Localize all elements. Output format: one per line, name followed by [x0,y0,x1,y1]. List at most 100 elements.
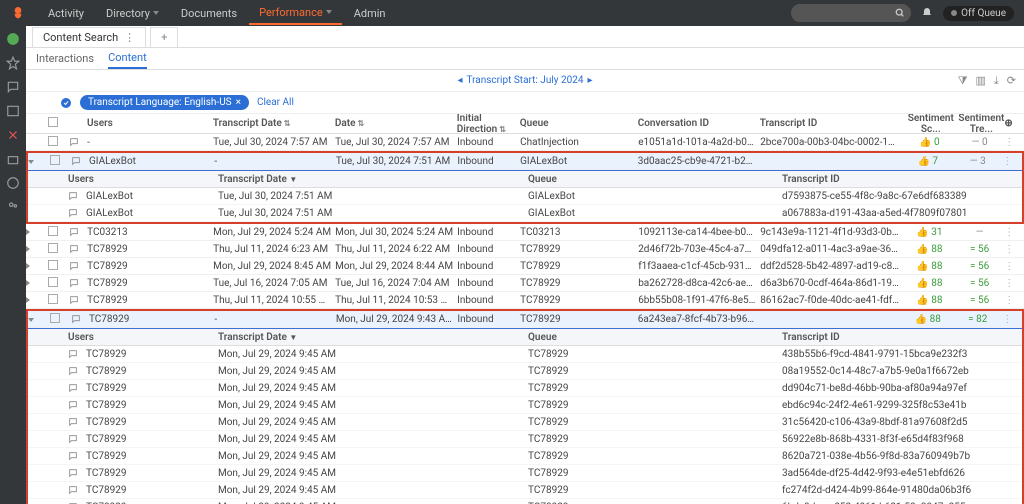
thumbs-up-icon: 👍 31 [904,227,955,238]
col-conversation-id[interactable]: Conversation ID [638,118,760,129]
export-icon[interactable]: ⤓ [994,74,999,88]
expand-toggle-icon[interactable] [26,229,30,235]
filter-icon[interactable]: ⧩ [958,74,968,88]
chevron-left-icon[interactable]: ◂ [457,75,462,86]
row-menu-icon[interactable]: ⋮ [1004,295,1014,306]
sub-grid-header: UsersTranscript Date ▼QueueTranscript ID [28,328,1022,346]
refresh-icon[interactable]: ⟳ [1007,74,1016,88]
grid-row[interactable]: TC78929Thu, Jul 11, 2024 10:55 AMThu, Ju… [26,292,1024,309]
grid-row[interactable]: TC78929Mon, Jul 29, 2024 8:45 AMMon, Jul… [26,258,1024,275]
col-transcript-id[interactable]: Transcript ID [760,118,904,129]
nav-activity[interactable]: Activity [38,2,94,25]
sub-grid-row[interactable]: TC78929Mon, Jul 29, 2024 9:45 AMTC78929d… [28,380,1022,397]
expand-toggle-icon[interactable] [26,297,30,303]
row-checkbox[interactable] [50,155,60,165]
row-checkbox[interactable] [48,260,58,270]
tools-icon[interactable] [6,128,20,142]
people-icon[interactable] [6,200,20,214]
row-menu-icon[interactable]: ⋮ [1004,137,1014,148]
content-subtabs: Interactions Content [26,48,1024,70]
transcript-start-range[interactable]: ◂ Transcript Start: July 2024 ▸ [457,75,592,86]
topbar: ActivityDirectory DocumentsPerformance A… [0,0,1024,26]
col-direction[interactable]: Initial Direction⇅ [457,114,520,135]
sub-grid-row[interactable]: TC78929Mon, Jul 29, 2024 9:45 AMTC78929e… [28,397,1022,414]
row-menu-icon[interactable]: ⋮ [1002,314,1012,325]
sub-grid-row[interactable]: TC78929Mon, Jul 29, 2024 9:45 AMTC78929f… [28,482,1022,499]
grid-row[interactable]: TC78929-Mon, Jul 29, 2024 9:43 AMInbound… [28,311,1022,328]
expand-toggle-icon[interactable] [28,318,34,322]
grid-row[interactable]: GIALexBot-Tue, Jul 30, 2024 7:51 AMInbou… [28,153,1022,170]
grid-row[interactable]: -Tue, Jul 30, 2024 7:57 AMTue, Jul 30, 2… [26,134,1024,151]
chat-row-icon [69,227,79,237]
row-checkbox[interactable] [48,243,58,253]
sub-grid-row[interactable]: TC78929Mon, Jul 29, 2024 9:45 AMTC789295… [28,431,1022,448]
sub-grid-row[interactable]: TC78929Mon, Jul 29, 2024 9:45 AMTC789296… [28,499,1022,504]
col-users[interactable]: Users [87,118,213,129]
grid-row[interactable]: TC03213Mon, Jul 29, 2024 5:24 AMMon, Jul… [26,224,1024,241]
row-menu-icon[interactable]: ⋮ [1004,261,1014,272]
panel-icon[interactable] [6,104,20,118]
clear-all-filters[interactable]: Clear All [257,97,294,108]
row-checkbox[interactable] [48,277,58,287]
row-menu-icon[interactable]: ⋮ [1004,244,1014,255]
avatar-icon[interactable] [6,32,20,46]
expand-toggle-icon[interactable] [26,246,30,252]
chat-row-icon [68,191,78,201]
main-panel: Content Search ⋮ + Interactions Content ◂… [26,26,1024,504]
remove-chip-icon[interactable]: × [236,97,241,108]
columns-icon[interactable]: ▥ [976,74,986,88]
expand-toggle-icon[interactable] [26,263,30,269]
nav-documents[interactable]: Documents [171,2,247,25]
expand-toggle-icon[interactable] [28,160,34,164]
grid-row[interactable]: TC78929Tue, Jul 16, 2024 7:05 AMTue, Jul… [26,275,1024,292]
star-icon[interactable] [6,56,20,70]
row-menu-icon[interactable]: ⋮ [1002,156,1012,167]
chat-row-icon [68,485,78,495]
chat-row-icon [68,366,78,376]
col-date[interactable]: Date⇅ [335,118,457,129]
sub-grid-row[interactable]: TC78929Mon, Jul 29, 2024 9:45 AMTC789293… [28,414,1022,431]
subtab-content[interactable]: Content [108,48,147,69]
new-tab-button[interactable]: + [150,27,178,47]
filter-chip-language[interactable]: Transcript Language: English-US× [80,95,249,110]
row-checkbox[interactable] [50,313,60,323]
global-search[interactable] [791,4,911,22]
row-checkbox[interactable] [48,294,58,304]
notifications-icon[interactable] [921,7,933,19]
globe-icon[interactable] [6,176,20,190]
doc-tab-content-search[interactable]: Content Search ⋮ [32,27,146,47]
doc-tab-menu-icon[interactable]: ⋮ [124,31,135,44]
row-menu-icon[interactable]: ⋮ [1004,278,1014,289]
select-all-checkbox[interactable] [48,117,58,127]
sub-grid-row[interactable]: GIALexBotTue, Jul 30, 2024 7:51 AMGIALex… [28,188,1022,205]
nav-performance[interactable]: Performance [249,2,342,25]
sub-grid-header: UsersTranscript Date ▼QueueTranscript ID [28,170,1022,188]
sub-grid-row[interactable]: TC78929Mon, Jul 29, 2024 9:45 AMTC789293… [28,465,1022,482]
inbox-icon[interactable] [6,152,20,166]
queue-status[interactable]: Off Queue [943,6,1014,21]
row-menu-icon[interactable]: ⋮ [1004,227,1014,238]
chat-icon[interactable] [6,80,20,94]
nav-directory[interactable]: Directory [96,2,169,25]
side-rail [0,26,26,504]
chat-row-icon [68,349,78,359]
col-sentiment-score[interactable]: Sentiment Sc... [903,114,958,135]
sub-grid-row[interactable]: TC78929Mon, Jul 29, 2024 9:45 AMTC789294… [28,346,1022,363]
row-checkbox[interactable] [48,136,58,146]
add-column-icon[interactable]: ⊕ [1004,118,1012,129]
subtab-interactions[interactable]: Interactions [36,49,94,68]
col-queue[interactable]: Queue [520,118,638,129]
col-sentiment-trend[interactable]: Sentiment Tre... [958,114,1004,135]
sub-grid-row[interactable]: TC78929Mon, Jul 29, 2024 9:45 AMTC789298… [28,448,1022,465]
grid-row[interactable]: TC78929Thu, Jul 11, 2024 6:23 AMThu, Jul… [26,241,1024,258]
sub-grid-row[interactable]: GIALexBotTue, Jul 30, 2024 7:51 AMGIALex… [28,205,1022,222]
date-ribbon: ◂ Transcript Start: July 2024 ▸ ⧩ ▥ ⤓ ⟳ [26,70,1024,92]
row-checkbox[interactable] [48,226,58,236]
nav-admin[interactable]: Admin [344,2,396,25]
chevron-right-icon[interactable]: ▸ [587,75,592,86]
chat-row-icon [68,383,78,393]
expand-toggle-icon[interactable] [26,280,30,286]
thumbs-up-icon: 👍 7 [902,156,953,167]
col-transcript-date[interactable]: Transcript Date⇅ [213,118,335,129]
sub-grid-row[interactable]: TC78929Mon, Jul 29, 2024 9:45 AMTC789290… [28,363,1022,380]
